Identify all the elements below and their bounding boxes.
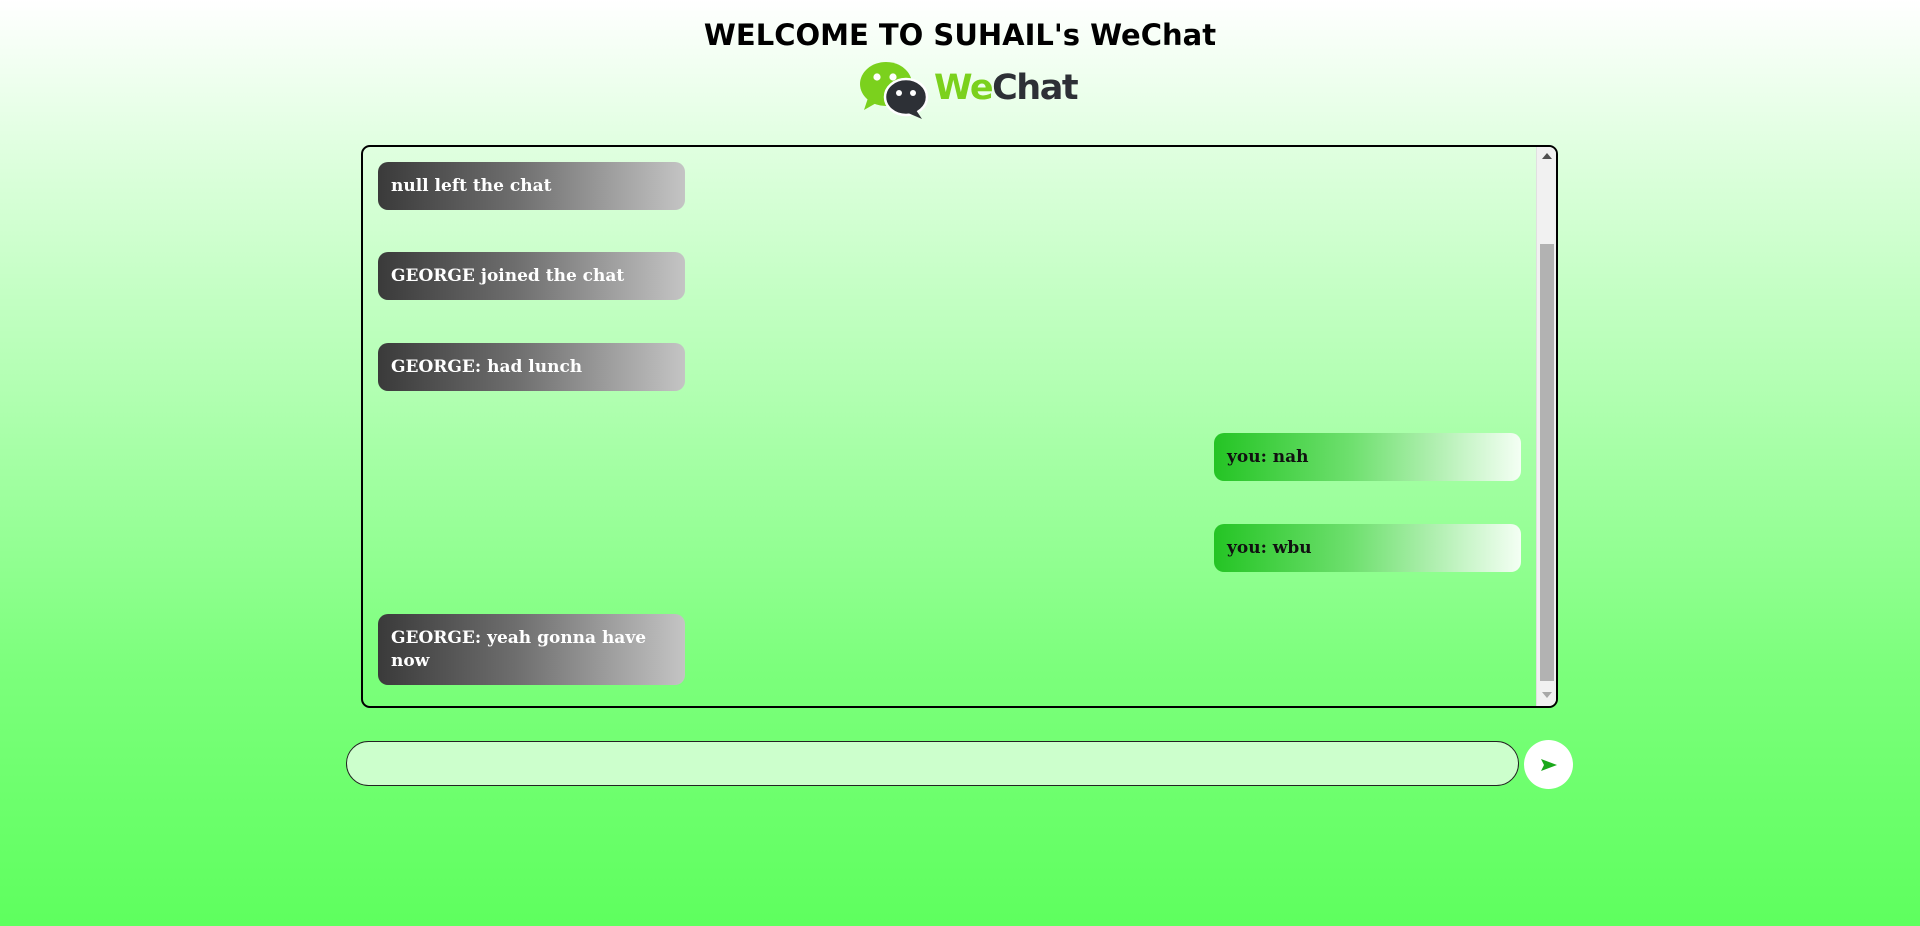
logo-we: We [934,68,994,108]
page-title: WELCOME TO SUHAIL's WeChat [703,18,1217,52]
message-bubble-received: GEORGE: had lunch [378,343,685,391]
message-bubble-sent: you: nah [1214,433,1521,481]
chat-window: null left the chat GEORGE joined the cha… [361,145,1558,708]
message-bubble-received: GEORGE: yeah gonna have now [378,614,685,685]
message-bubble-received: null left the chat [378,162,685,210]
scrollbar-thumb[interactable] [1540,244,1554,681]
message-bubble-sent: you: wbu [1214,524,1521,572]
wechat-logo: WeChat [858,60,1079,120]
logo-wordmark: WeChat [934,68,1079,108]
message-input[interactable] [346,741,1519,786]
scroll-down-arrow-icon[interactable] [1542,692,1552,698]
composer [346,740,1576,789]
wechat-bubbles-icon [860,62,929,119]
message-list: null left the chat GEORGE joined the cha… [363,147,1538,706]
message-bubble-received: GEORGE joined the chat [378,252,685,300]
chat-scrollbar[interactable] [1536,147,1556,706]
scroll-up-arrow-icon[interactable] [1542,153,1552,159]
logo-chat: Chat [992,68,1078,108]
send-arrow-icon [1540,758,1557,771]
send-button[interactable] [1524,740,1573,789]
